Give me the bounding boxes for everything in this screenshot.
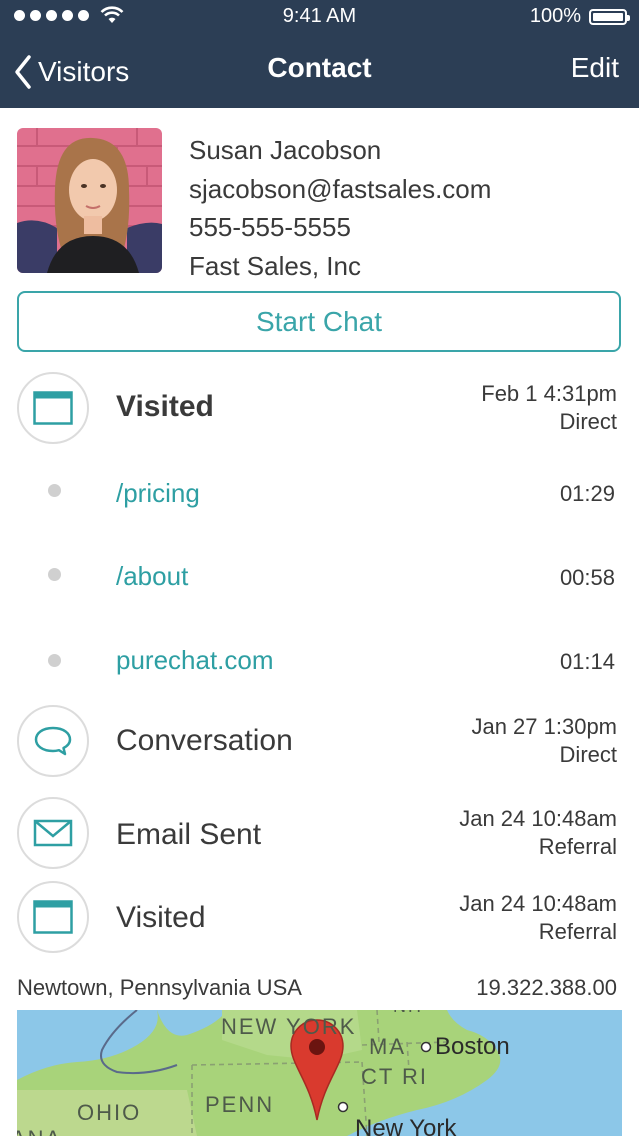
map-city-new-york: New York (355, 1115, 457, 1136)
start-chat-button[interactable]: Start Chat (17, 291, 621, 352)
contact-phone[interactable]: 555-555-5555 (189, 208, 491, 247)
navigation-bar: 9:41 AM 100% Visitors Contact Edit (0, 0, 639, 108)
activity-title: Visited (116, 901, 206, 934)
battery-status: 100% (529, 5, 630, 28)
map-city-boston: Boston (435, 1033, 510, 1060)
activity-meta: Jan 24 10:48am Referral (459, 805, 617, 861)
browser-window-icon (17, 372, 89, 444)
page-duration: 01:14 (559, 649, 615, 674)
map-label-nh: NH (393, 1010, 423, 1017)
page-link[interactable]: /about (116, 561, 188, 592)
activity-meta: Jan 27 1:30pm Direct (471, 713, 617, 769)
activity-source: Referral (538, 919, 617, 944)
page-bullet (48, 654, 61, 667)
activity-title: Visited (116, 390, 214, 423)
activity-date: Feb 1 4:31pm (481, 381, 617, 406)
activity-date: Jan 24 10:48am (459, 806, 617, 831)
page-link[interactable]: /pricing (116, 478, 200, 509)
activity-source: Direct (559, 409, 617, 434)
activity-title: Email Sent (116, 818, 262, 851)
visitor-ip-address: 19.322.388.00 (476, 975, 617, 1000)
activity-meta: Feb 1 4:31pm Direct (481, 380, 617, 436)
page-title: Contact (267, 52, 372, 83)
contact-email[interactable]: sjacobson@fastsales.com (189, 170, 491, 209)
page-bullet (48, 568, 61, 581)
map-label-new-york-state: NEW YORK (221, 1014, 357, 1039)
envelope-icon (17, 797, 89, 869)
page-link[interactable]: purechat.com (116, 645, 274, 676)
map-label-ct-ri: CT RI (361, 1064, 429, 1089)
contact-name: Susan Jacobson (189, 135, 382, 165)
page-duration: 00:58 (559, 565, 615, 590)
contact-details: Susan Jacobson sjacobson@fastsales.com 5… (189, 131, 491, 285)
map-label-penn: PENN (205, 1092, 275, 1117)
map-label-ma: MA (369, 1034, 406, 1059)
chat-bubble-icon (17, 705, 89, 777)
activity-date: Jan 27 1:30pm (471, 714, 617, 739)
map-label-partial-left: ANA (17, 1126, 62, 1136)
edit-button[interactable]: Edit (571, 52, 619, 84)
activity-meta: Jan 24 10:48am Referral (459, 890, 617, 946)
page-bullet (48, 484, 61, 497)
page-duration: 01:29 (559, 481, 615, 506)
avatar (17, 128, 162, 273)
browser-window-icon (17, 881, 89, 953)
location-map[interactable]: NEW YORK NH MA CT RI OHIO PENN ANA Bosto… (17, 1010, 622, 1136)
contact-company: Fast Sales, Inc (189, 250, 361, 281)
map-label-ohio: OHIO (77, 1100, 142, 1125)
battery-icon (589, 8, 630, 25)
battery-percent: 100% (529, 5, 581, 27)
visitor-location: Newtown, Pennsylvania USA (17, 975, 302, 1000)
activity-title: Conversation (116, 724, 293, 757)
activity-date: Jan 24 10:48am (459, 891, 617, 916)
activity-source: Direct (559, 742, 617, 767)
activity-source: Referral (538, 834, 617, 859)
